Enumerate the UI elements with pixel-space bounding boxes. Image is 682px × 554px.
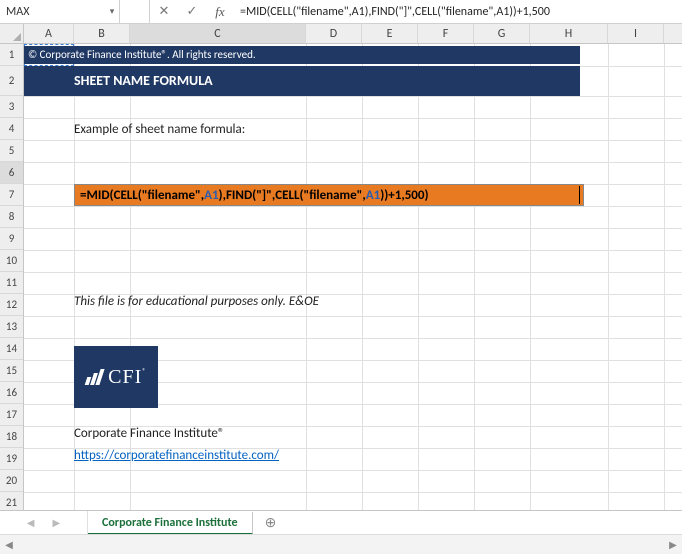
disclaimer-text: This file is for educational purposes on… [74, 294, 319, 309]
plus-circle-icon: ⊕ [265, 514, 277, 531]
cfi-logo: CFI® [74, 346, 158, 408]
row-header-20[interactable]: 20 [0, 470, 23, 492]
namebox-text: MAX [6, 5, 105, 19]
confirm-edit-button[interactable]: ✓ [178, 0, 206, 23]
column-header-E[interactable]: E [362, 24, 418, 43]
namebox-dropdown-icon[interactable]: ▾ [105, 6, 119, 17]
scroll-right-icon[interactable]: ▶ [664, 538, 682, 551]
row-header-18[interactable]: 18 [0, 426, 23, 448]
check-icon: ✓ [187, 4, 198, 19]
column-header-A[interactable]: A [24, 24, 74, 43]
column-headers: ABCDEFGHI [24, 24, 682, 44]
fx-icon: fx [215, 4, 224, 20]
row-headers: 123456789101112131415161718192021 [0, 44, 24, 514]
formula-bar-row: MAX ▾ ✕ ✓ fx =MID(CELL("filename",A1),FI… [0, 0, 682, 24]
column-header-F[interactable]: F [418, 24, 474, 43]
row-header-19[interactable]: 19 [0, 448, 23, 470]
copyright-banner: © Corporate Finance Institute®. All righ… [24, 46, 580, 64]
row-header-15[interactable]: 15 [0, 360, 23, 382]
column-header-I[interactable]: I [608, 24, 664, 43]
spreadsheet-grid: ABCDEFGHI 123456789101112131415161718192… [0, 24, 682, 514]
formula-cell[interactable]: =MID(CELL("filename",A1),FIND("]",CELL("… [74, 184, 584, 206]
row-header-10[interactable]: 10 [0, 250, 23, 272]
insert-function-button[interactable]: fx [206, 0, 234, 23]
row-header-9[interactable]: 9 [0, 228, 23, 250]
tab-prev-icon[interactable]: ◀ [27, 516, 35, 529]
row-header-12[interactable]: 12 [0, 294, 23, 316]
cancel-edit-button[interactable]: ✕ [150, 0, 178, 23]
formula-bar-spacer [120, 0, 150, 23]
logo-bars-icon [86, 369, 102, 385]
row-header-14[interactable]: 14 [0, 338, 23, 360]
column-header-D[interactable]: D [306, 24, 362, 43]
title-banner: SHEET NAME FORMULA [24, 66, 580, 96]
column-header-B[interactable]: B [74, 24, 130, 43]
sheet-tab-bar: ◀ ▶ Corporate Finance Institute ⊕ [0, 510, 682, 534]
edit-caret [579, 186, 580, 204]
logo-text: CFI [108, 366, 142, 388]
row-header-11[interactable]: 11 [0, 272, 23, 294]
namebox[interactable]: MAX ▾ [0, 0, 120, 23]
new-sheet-button[interactable]: ⊕ [253, 511, 289, 534]
row-header-6[interactable]: 6 [0, 162, 23, 184]
row-header-16[interactable]: 16 [0, 382, 23, 404]
column-header-G[interactable]: G [474, 24, 530, 43]
horizontal-scrollbar[interactable]: ◀ ▶ [0, 534, 682, 554]
row-header-5[interactable]: 5 [0, 140, 23, 162]
scroll-left-icon[interactable]: ◀ [0, 538, 18, 551]
example-label: Example of sheet name formula: [74, 122, 245, 137]
tab-nav: ◀ ▶ [0, 511, 88, 534]
tab-next-icon[interactable]: ▶ [53, 516, 61, 529]
column-header-H[interactable]: H [530, 24, 608, 43]
row-header-4[interactable]: 4 [0, 118, 23, 140]
column-header-C[interactable]: C [130, 24, 306, 43]
row-header-17[interactable]: 17 [0, 404, 23, 426]
row-header-8[interactable]: 8 [0, 206, 23, 228]
row-header-7[interactable]: 7 [0, 184, 23, 206]
cells-area[interactable]: © Corporate Finance Institute®. All righ… [24, 44, 682, 514]
scroll-track[interactable] [36, 538, 646, 552]
sheet-tab-active[interactable]: Corporate Finance Institute [88, 512, 253, 535]
formula-bar-input[interactable]: =MID(CELL("filename",A1),FIND("]",CELL("… [234, 0, 682, 23]
row-header-3[interactable]: 3 [0, 96, 23, 118]
row-header-1[interactable]: 1 [0, 44, 23, 66]
row-header-2[interactable]: 2 [0, 66, 23, 96]
select-all-corner[interactable] [0, 24, 24, 44]
x-icon: ✕ [159, 4, 170, 19]
company-name: Corporate Finance Institute® [74, 426, 225, 441]
row-header-13[interactable]: 13 [0, 316, 23, 338]
company-url-link[interactable]: https://corporatefinanceinstitute.com/ [74, 448, 279, 463]
